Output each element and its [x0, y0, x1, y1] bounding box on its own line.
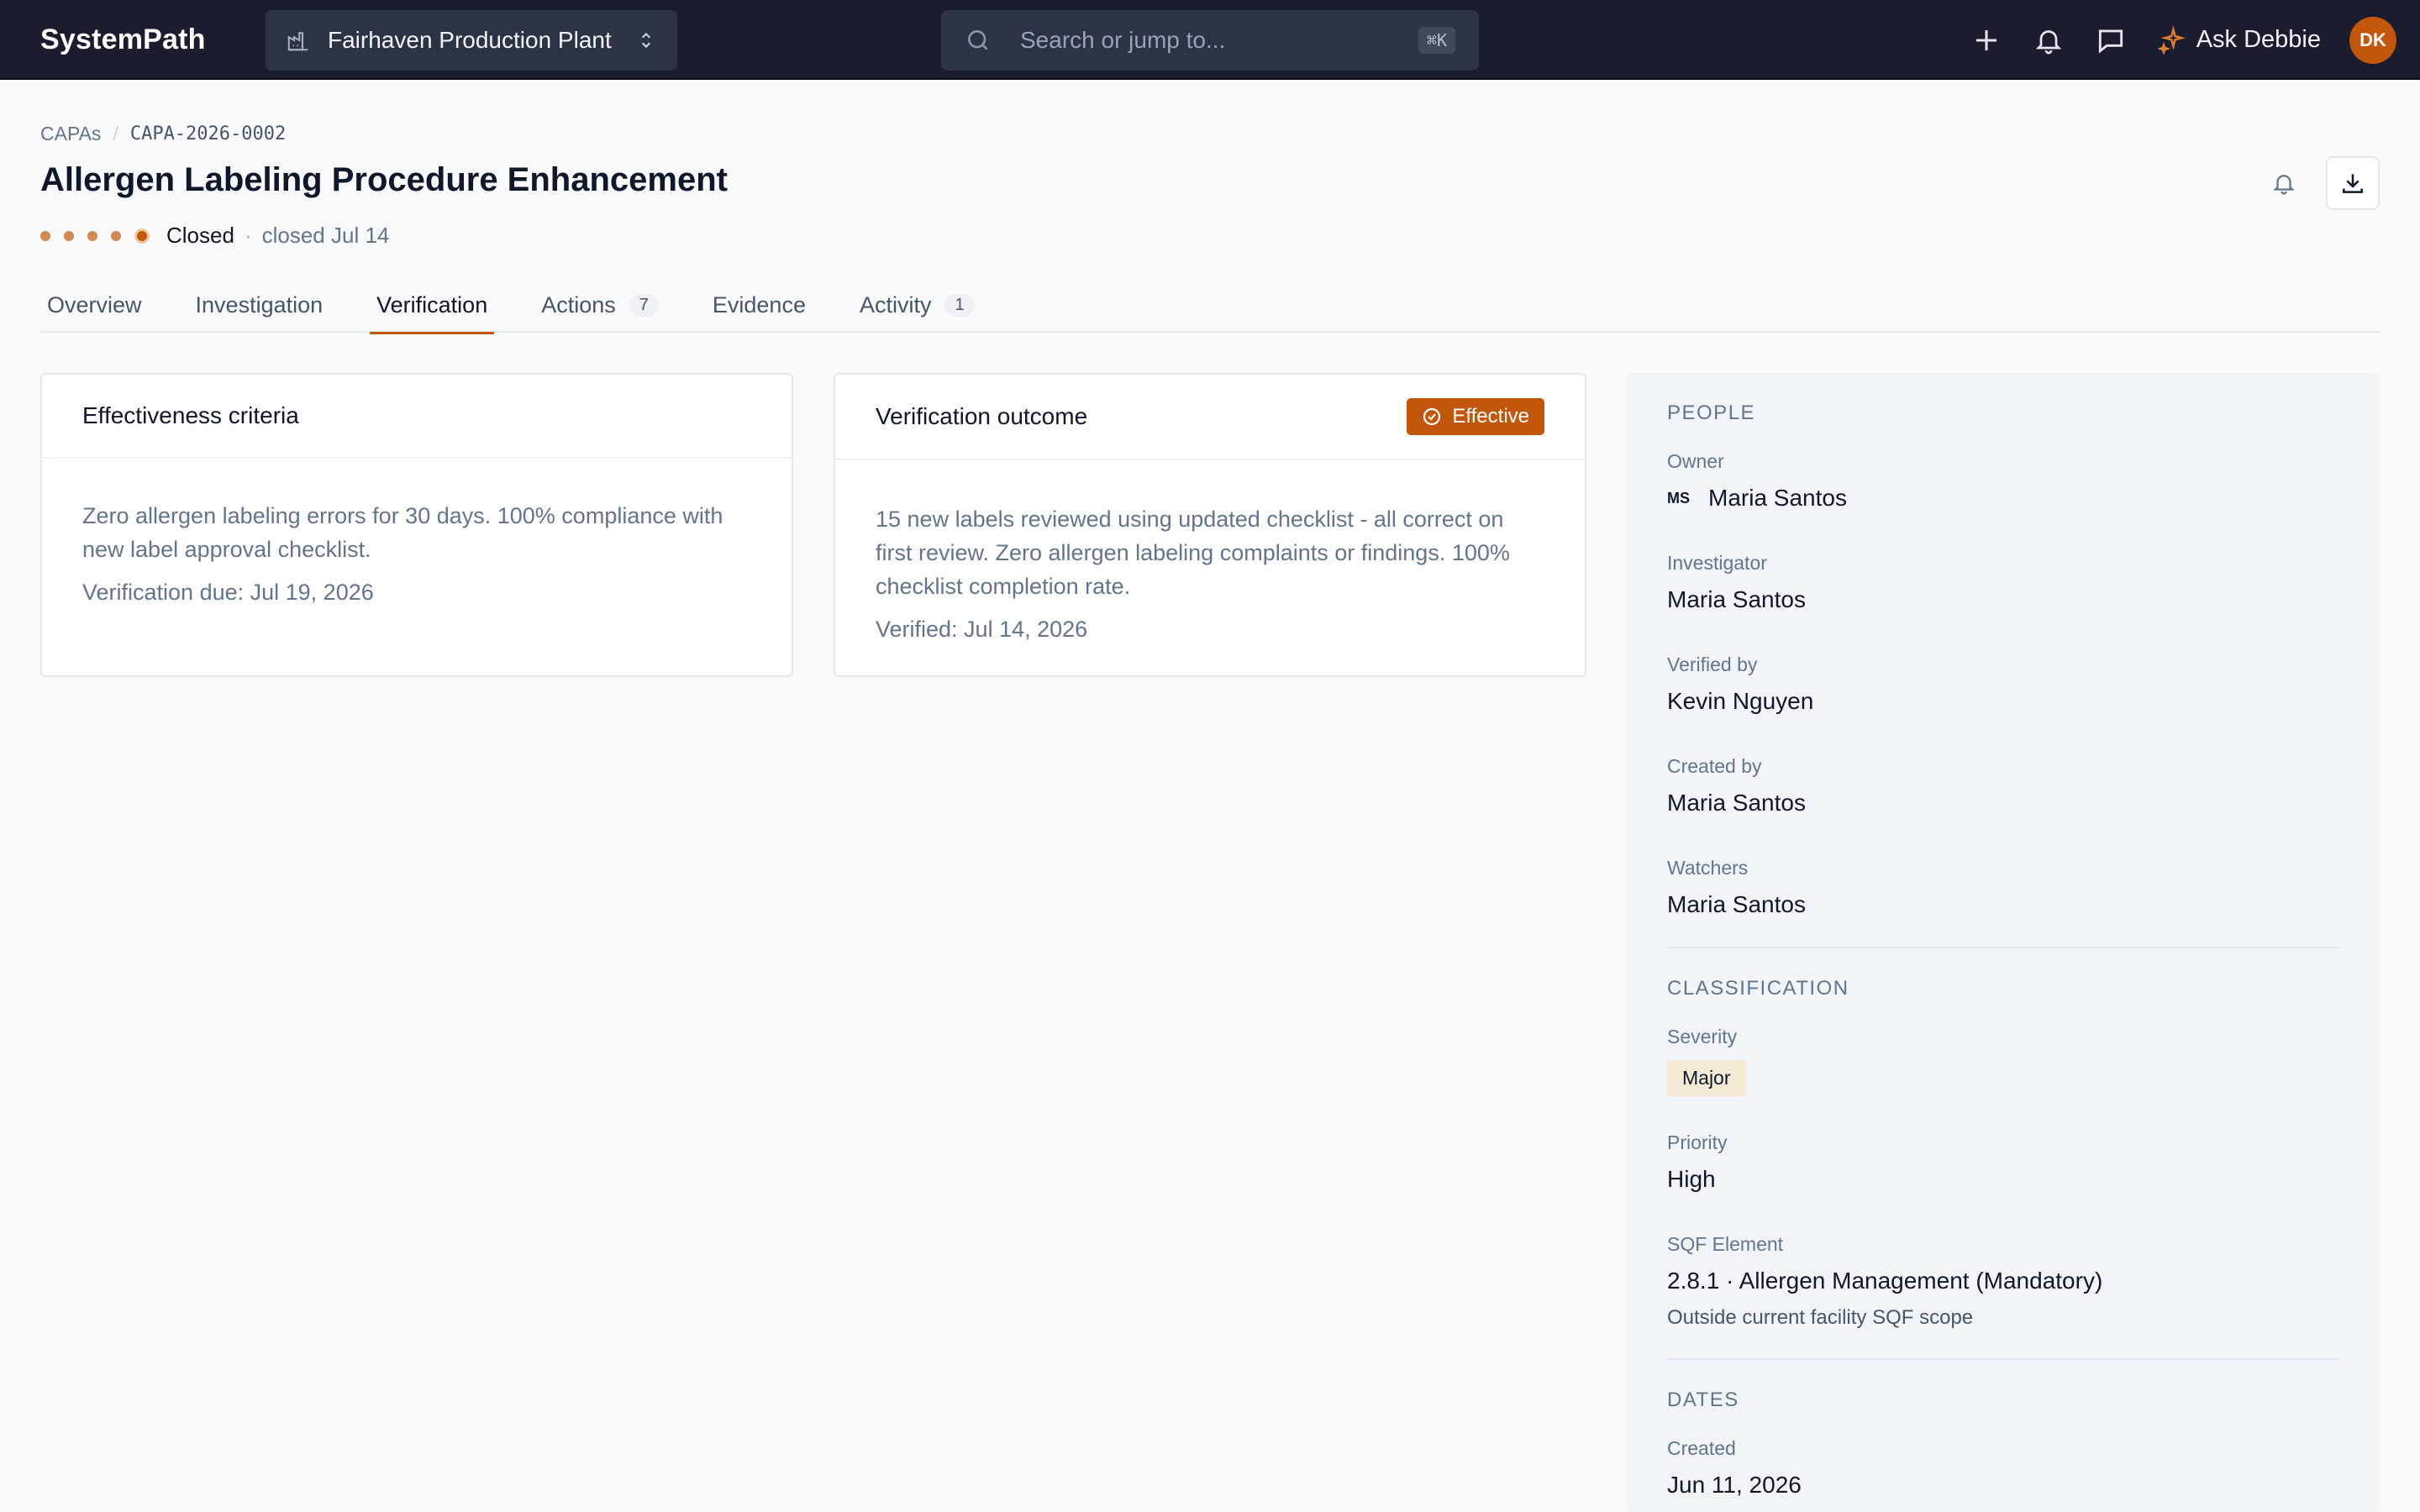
effective-badge-label: Effective [1452, 405, 1529, 428]
owner-avatar: MS [1667, 489, 1690, 507]
tab-activity[interactable]: Activity 1 [853, 277, 981, 333]
sqf-scope-note: Outside current facility SQF scope [1667, 1306, 1974, 1329]
status-separator: · [244, 223, 252, 248]
watchers-value[interactable]: Maria Santos [1667, 891, 2339, 918]
ask-assistant-button[interactable]: Ask Debbie [2157, 25, 2321, 55]
sparkle-icon [2157, 25, 2186, 55]
investigator-value[interactable]: Maria Santos [1667, 586, 2339, 613]
progress-step-dot [40, 230, 50, 241]
page-title: Allergen Labeling Procedure Enhancement [40, 161, 728, 198]
notifications-button[interactable] [2032, 24, 2065, 57]
plus-icon [1975, 29, 1996, 50]
download-icon [2343, 174, 2363, 193]
export-button[interactable] [2326, 156, 2380, 210]
bell-icon [2035, 29, 2061, 54]
owner-name: Maria Santos [1708, 485, 1847, 511]
watchers-label: Watchers [1667, 857, 1749, 879]
progress-step-current [134, 228, 150, 244]
messages-button[interactable] [2094, 24, 2128, 57]
status-label: Closed [166, 223, 234, 248]
progress-step-dot [64, 230, 74, 241]
tab-investigation[interactable]: Investigation [189, 277, 330, 333]
details-sidebar: PEOPLE Owner MS Maria Santos Investigato… [1627, 373, 2380, 1512]
card-body: 15 new labels reviewed using updated che… [835, 460, 1585, 643]
verified-date: Verified: Jul 14, 2026 [876, 617, 1088, 642]
created-by-value[interactable]: Maria Santos [1667, 790, 2339, 816]
effectiveness-criteria-card: Effectiveness criteria Zero allergen lab… [40, 373, 793, 677]
search-shortcut-hint: ⌘K [1418, 27, 1455, 54]
status-row: Closed · closed Jul 14 [40, 223, 389, 249]
owner-label: Owner [1667, 450, 1724, 472]
tab-label: Investigation [195, 291, 324, 318]
card-body: Zero allergen labeling errors for 30 day… [42, 459, 792, 606]
tab-actions[interactable]: Actions 7 [534, 277, 666, 333]
tab-label: Verification [376, 291, 488, 318]
progress-steps [40, 228, 150, 244]
tab-overview[interactable]: Overview [40, 277, 149, 333]
bell-icon [2273, 175, 2295, 195]
section-divider [1667, 947, 2339, 948]
severity-label: Severity [1667, 1026, 1738, 1047]
card-title: Verification outcome [876, 403, 1088, 429]
progress-step-dot [87, 230, 97, 241]
sqf-element-label: SQF Element [1667, 1233, 1784, 1255]
header-actions [2259, 156, 2380, 210]
factory-icon [287, 32, 308, 51]
search-icon [968, 30, 988, 50]
tab-label: Actions [541, 291, 616, 318]
card-header: Effectiveness criteria [42, 375, 792, 459]
owner-value[interactable]: MS Maria Santos [1667, 485, 2339, 512]
classification-section-heading: CLASSIFICATION [1667, 977, 1849, 1000]
watch-button[interactable] [2259, 156, 2309, 210]
sqf-element-value[interactable]: 2.8.1 · Allergen Management (Mandatory) [1667, 1268, 2339, 1294]
verified-by-value[interactable]: Kevin Nguyen [1667, 688, 2339, 715]
section-divider [1667, 1358, 2339, 1360]
priority-label: Priority [1667, 1131, 1728, 1153]
criteria-text: Zero allergen labeling errors for 30 day… [82, 503, 723, 562]
tab-verification[interactable]: Verification [370, 277, 495, 334]
create-button[interactable] [1970, 24, 2003, 57]
top-actions: Ask Debbie DK [1941, 0, 2396, 80]
check-circle-icon [1423, 407, 1441, 426]
card-title: Effectiveness criteria [82, 402, 299, 428]
tab-evidence[interactable]: Evidence [706, 277, 813, 333]
effective-badge: Effective [1407, 398, 1544, 435]
dates-section-heading: DATES [1667, 1389, 1739, 1411]
created-date-label: Created [1667, 1437, 1736, 1459]
chat-icon [2098, 29, 2123, 54]
breadcrumb-separator: / [113, 123, 118, 144]
verification-due-date: Verification due: Jul 19, 2026 [82, 580, 374, 605]
created-date-value: Jun 11, 2026 [1667, 1472, 1802, 1498]
tab-bar: Overview Investigation Verification Acti… [40, 277, 2380, 334]
top-navbar: SystemPath Fairhaven Production Plant Se… [0, 0, 2420, 80]
tab-count-badge: 7 [629, 293, 659, 317]
status-date: closed Jul 14 [261, 223, 390, 248]
verification-outcome-card: Verification outcome Effective 15 new la… [834, 373, 1586, 677]
ask-assistant-label: Ask Debbie [2196, 26, 2321, 53]
outcome-text: 15 new labels reviewed using updated che… [876, 507, 1510, 599]
user-avatar[interactable]: DK [2349, 16, 2396, 64]
people-section-heading: PEOPLE [1667, 402, 1756, 424]
severity-value[interactable]: Major [1667, 1060, 2339, 1096]
site-selector-label: Fairhaven Production Plant [328, 27, 612, 53]
app-logo[interactable]: SystemPath [40, 24, 206, 56]
tab-label: Activity [859, 291, 932, 318]
site-selector[interactable]: Fairhaven Production Plant [266, 10, 677, 71]
global-search-input[interactable]: Search or jump to... ⌘K [941, 10, 1479, 71]
breadcrumb-current: CAPA-2026-0002 [129, 123, 287, 144]
breadcrumb-capas-link[interactable]: CAPAs [40, 123, 101, 145]
tab-label: Evidence [712, 291, 806, 318]
card-header: Verification outcome Effective [835, 375, 1585, 460]
created-by-label: Created by [1667, 755, 1762, 777]
chevron-up-down-icon [641, 32, 651, 49]
breadcrumb: CAPAs / CAPA-2026-0002 [40, 123, 286, 145]
tab-label: Overview [47, 291, 142, 318]
priority-value[interactable]: High [1667, 1166, 2339, 1193]
verified-by-label: Verified by [1667, 654, 1758, 675]
investigator-label: Investigator [1667, 552, 1767, 574]
search-placeholder: Search or jump to... [1020, 27, 1226, 53]
tab-count-badge: 1 [944, 293, 975, 317]
severity-badge: Major [1667, 1060, 1746, 1096]
progress-step-dot [111, 230, 121, 241]
